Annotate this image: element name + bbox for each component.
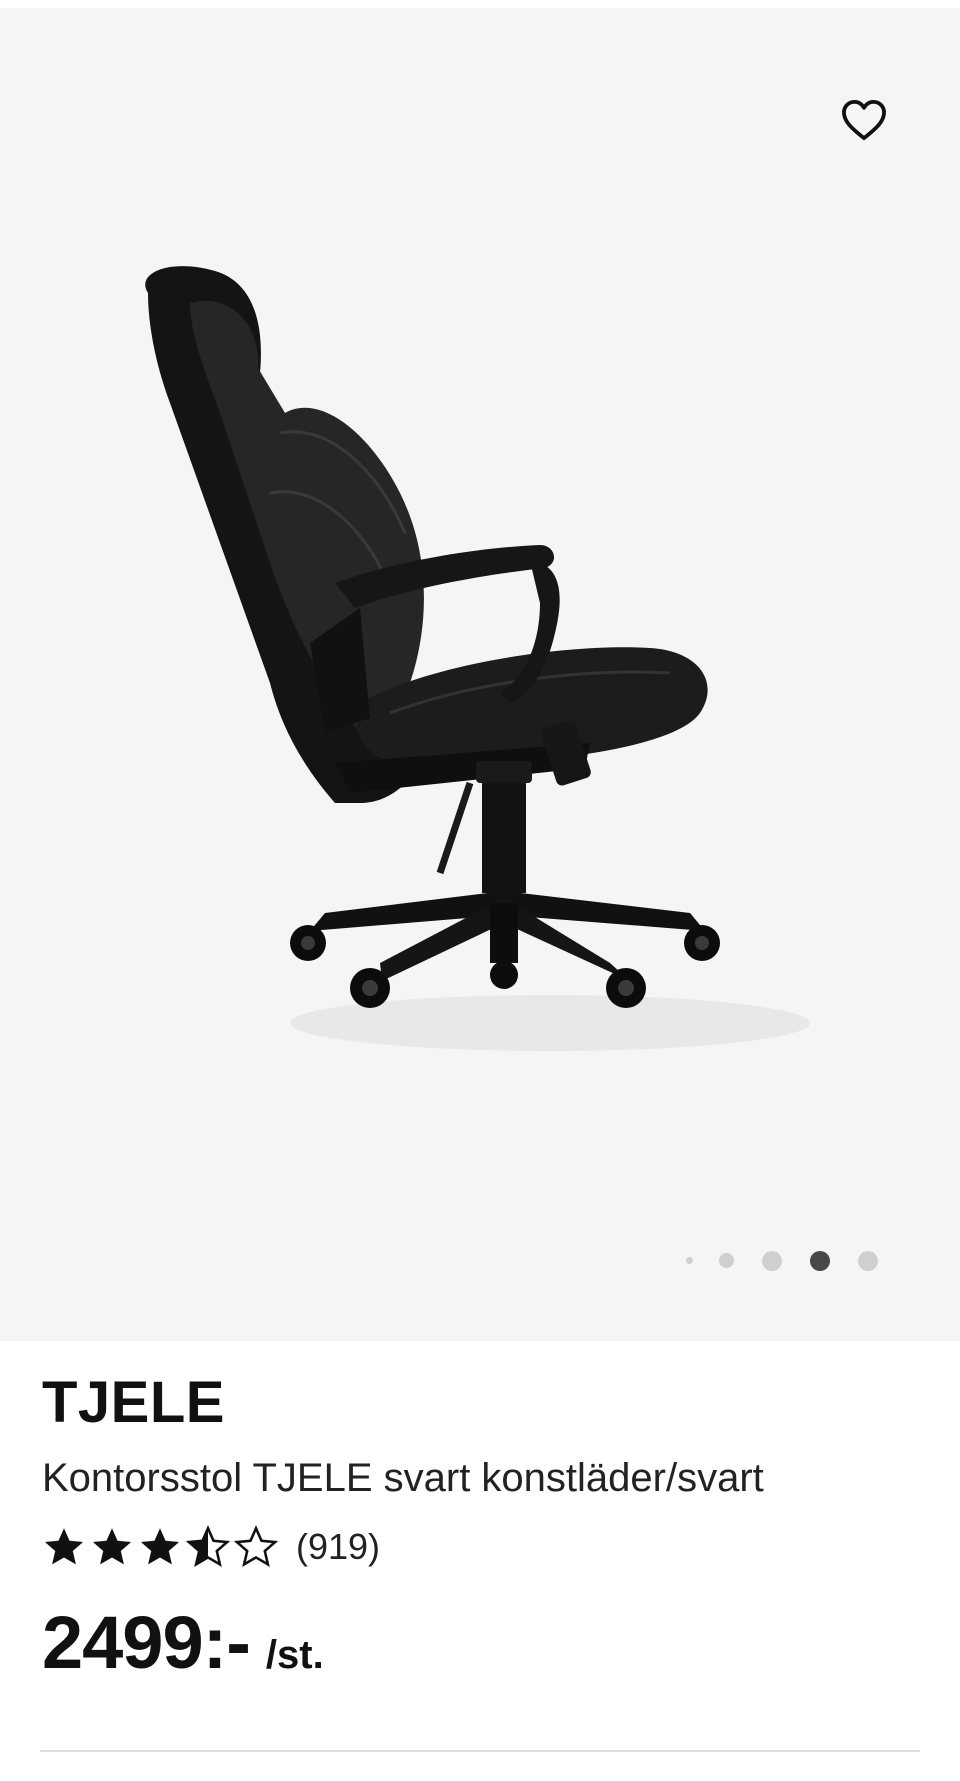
star-full-icon xyxy=(140,1528,180,1565)
product-name: TJELE xyxy=(42,1370,225,1435)
gallery-dot[interactable] xyxy=(762,1251,782,1271)
rating-count: (919) xyxy=(296,1526,381,1567)
product-image-gallery[interactable] xyxy=(0,8,960,1341)
price-amount: 2499:- xyxy=(42,1601,251,1684)
product-rating[interactable]: (919) xyxy=(42,1522,380,1572)
gallery-pagination[interactable] xyxy=(0,1248,960,1272)
star-full-icon xyxy=(44,1528,84,1565)
product-image[interactable] xyxy=(130,263,830,1083)
divider xyxy=(40,1750,920,1752)
rating-stars xyxy=(42,1525,282,1569)
favorite-button[interactable] xyxy=(836,92,892,148)
price-unit: /st. xyxy=(265,1633,324,1677)
gallery-dot-active[interactable] xyxy=(810,1251,830,1271)
gallery-dot[interactable] xyxy=(858,1251,878,1271)
product-price: 2499:- /st. xyxy=(42,1600,324,1685)
star-full-icon xyxy=(92,1528,132,1565)
star-empty-icon xyxy=(234,1525,278,1568)
gallery-dot[interactable] xyxy=(686,1257,693,1264)
top-strip xyxy=(0,0,960,8)
star-half-icon xyxy=(186,1525,230,1568)
product-description: Kontorsstol TJELE svart konstläder/svart xyxy=(42,1456,764,1500)
heart-icon xyxy=(842,99,886,141)
gallery-dot[interactable] xyxy=(719,1253,734,1268)
